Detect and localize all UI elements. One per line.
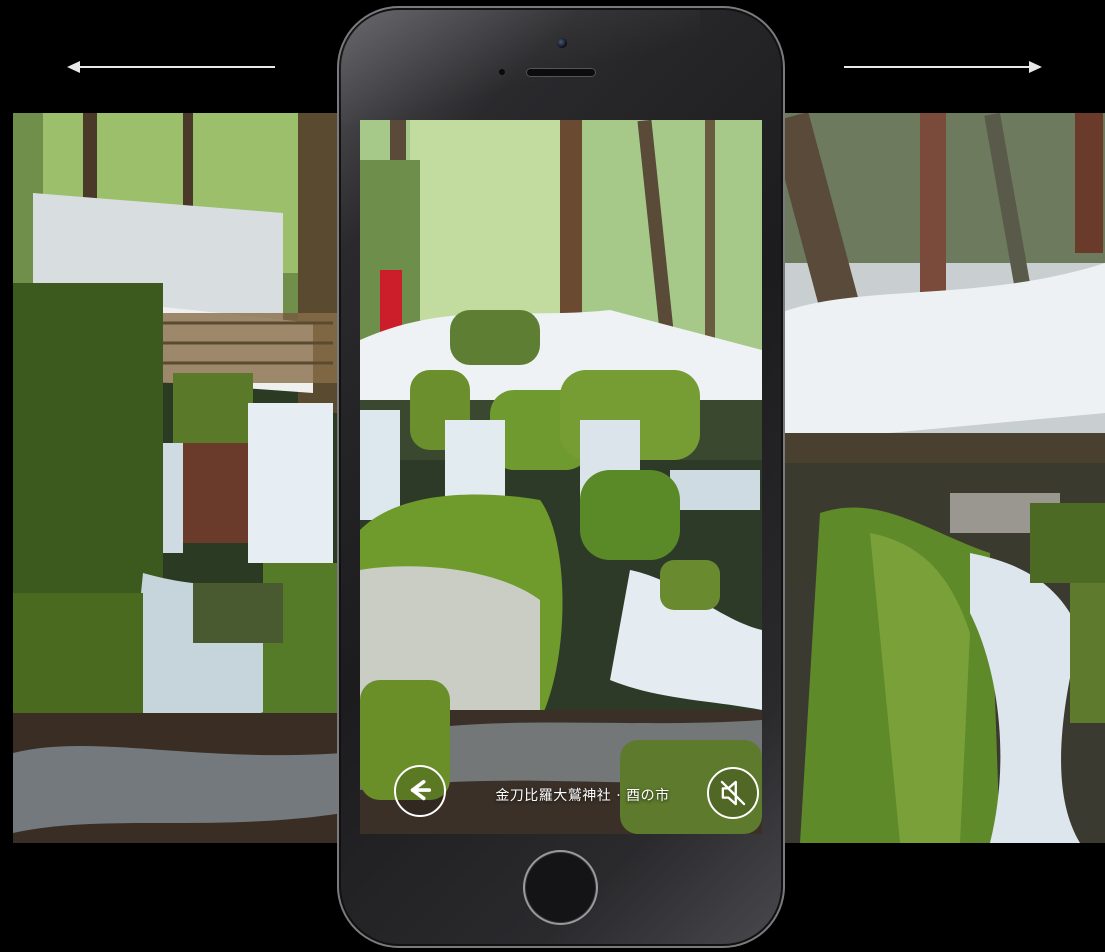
front-camera — [557, 38, 567, 48]
swipe-right-arrow-line — [844, 66, 1034, 68]
phone-screen: 金刀比羅大鷲神社 · 酉の市 — [360, 120, 762, 834]
forest-waterfall-left-image — [13, 113, 343, 843]
forest-waterfall-right-image — [780, 113, 1105, 843]
proximity-sensor — [499, 69, 505, 75]
swipe-left-arrow-line — [78, 66, 275, 68]
waterfall-main-image — [360, 120, 762, 834]
arrow-left-icon[interactable] — [67, 61, 80, 73]
earpiece-speaker — [526, 68, 596, 77]
next-photo[interactable] — [780, 113, 1105, 843]
mute-button[interactable] — [707, 767, 759, 819]
speaker-muted-icon — [720, 780, 746, 806]
previous-photo[interactable] — [13, 113, 343, 843]
arrow-left-circle-icon — [410, 779, 432, 801]
back-button[interactable] — [394, 765, 446, 817]
photo-caption: 金刀比羅大鷲神社 · 酉の市 — [495, 788, 670, 804]
arrow-right-icon[interactable] — [1029, 61, 1042, 73]
home-button[interactable] — [523, 850, 598, 925]
